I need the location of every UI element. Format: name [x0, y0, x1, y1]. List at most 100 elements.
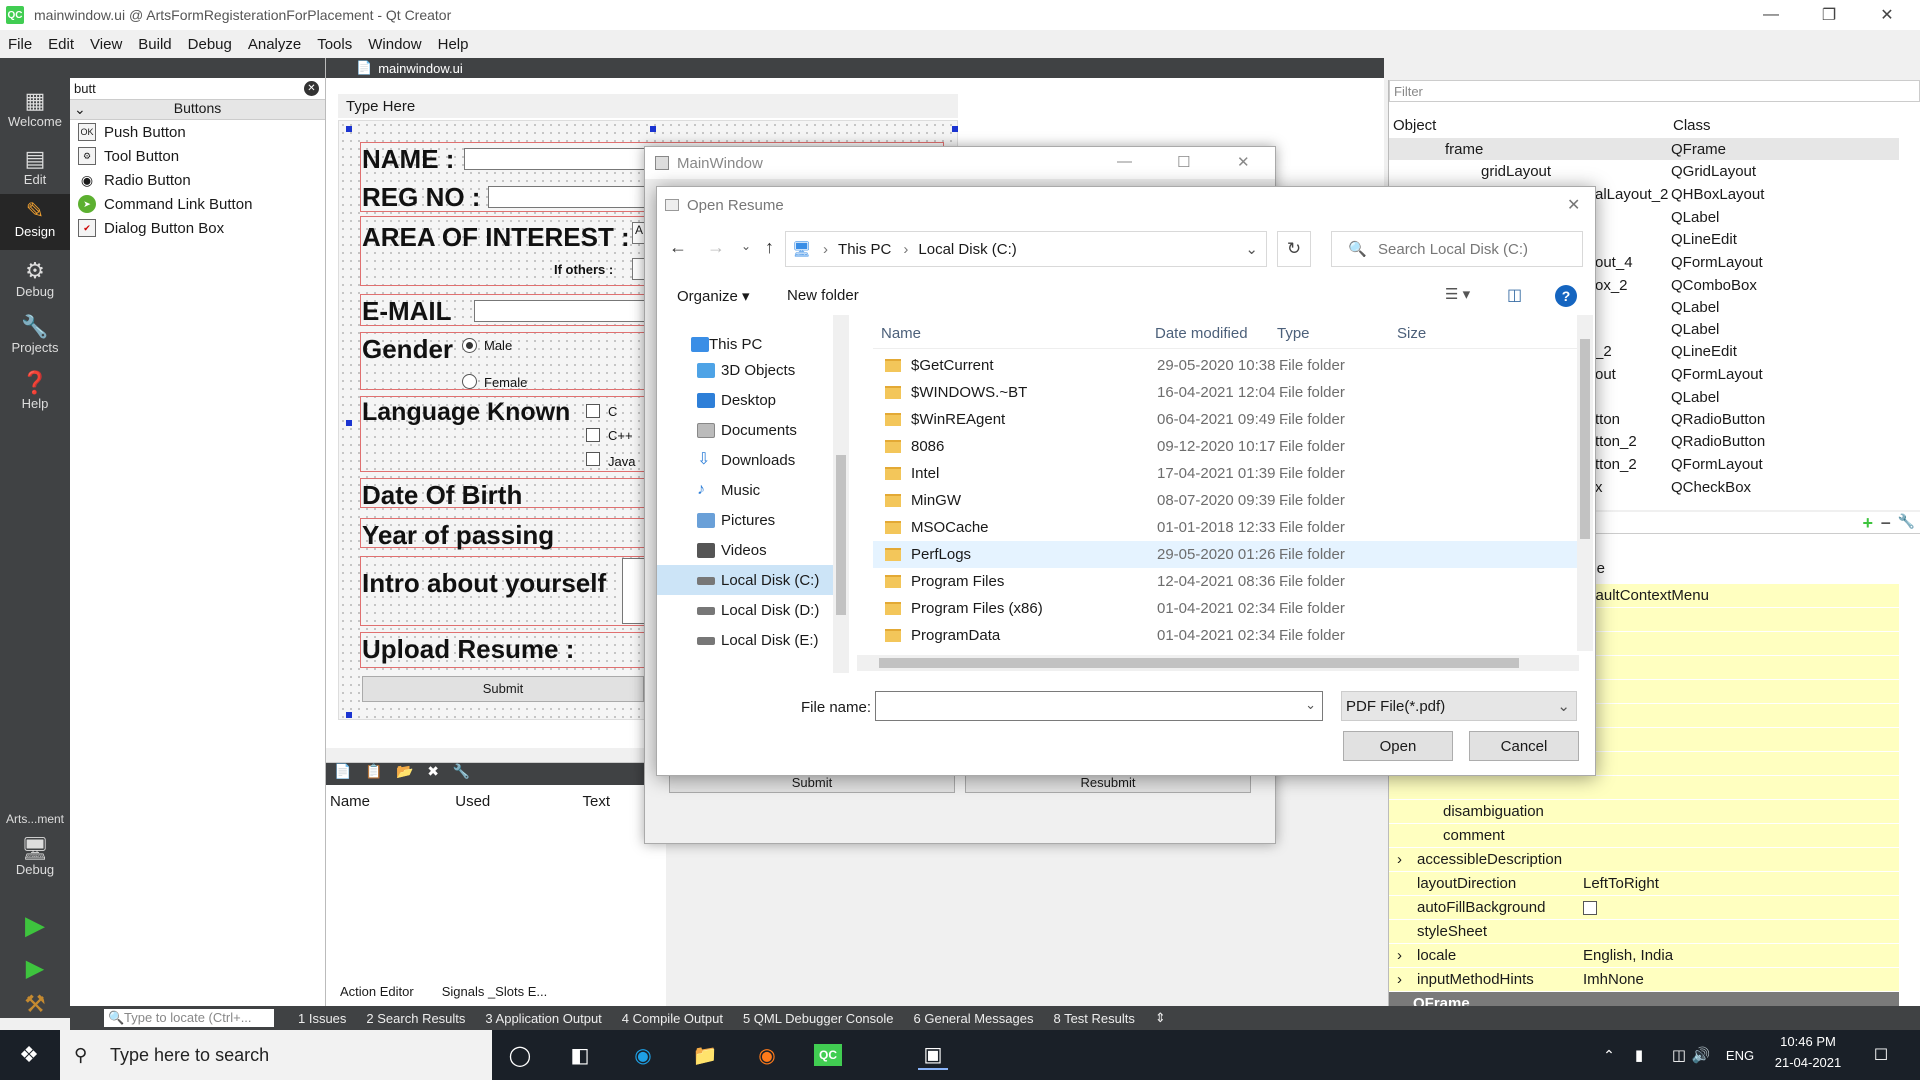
file-row[interactable]: MinGW 08-07-2020 09:39 ... File folder	[873, 487, 1581, 514]
column-size[interactable]: Size	[1397, 325, 1426, 342]
new-action-icon[interactable]: 📄	[334, 763, 351, 779]
back-arrow-icon[interactable]: ←	[669, 237, 687, 258]
file-list-hscrollbar[interactable]	[857, 655, 1579, 671]
male-radio[interactable]	[462, 338, 477, 353]
language-indicator[interactable]: ENG	[1720, 1040, 1760, 1070]
scrollbar-thumb[interactable]	[836, 455, 846, 615]
nav-3d-objects[interactable]: 3D Objects	[657, 355, 833, 385]
menu-debug[interactable]: Debug	[180, 36, 240, 53]
show-hidden-icons[interactable]: ⌃	[1594, 1040, 1624, 1070]
close-icon[interactable]: ✕	[1237, 153, 1250, 171]
volume-icon[interactable]: 🔊	[1686, 1040, 1716, 1070]
cpp-checkbox[interactable]	[586, 428, 600, 442]
cancel-button[interactable]: Cancel	[1469, 731, 1579, 761]
delete-action-icon[interactable]: ✖	[427, 763, 439, 779]
run-icon[interactable]: ▶	[0, 910, 70, 941]
minimize-icon[interactable]: —	[1117, 153, 1132, 170]
taskbar-search-input[interactable]: ⚲ Type here to search	[60, 1030, 492, 1080]
preview-pane-icon[interactable]: ◫	[1507, 285, 1522, 305]
menu-file[interactable]: File	[0, 36, 40, 53]
female-label[interactable]: Female	[484, 375, 527, 390]
widget-command-link-button[interactable]: ➤ Command Link Button	[70, 192, 325, 216]
name-label[interactable]: NAME :	[362, 144, 454, 175]
file-row[interactable]: ProgramData 01-04-2021 02:34 ... File fold…	[873, 622, 1581, 649]
preview-resubmit-button[interactable]: Resubmit	[965, 773, 1251, 793]
email-label[interactable]: E-MAIL	[362, 296, 452, 327]
nav-downloads[interactable]: ⇩ Downloads	[657, 445, 833, 475]
if-others-label[interactable]: If others :	[554, 262, 613, 277]
scrollbar-thumb[interactable]	[879, 658, 1519, 668]
selection-handle[interactable]	[346, 420, 352, 426]
mode-debug[interactable]: ⚙ Debug	[0, 258, 70, 299]
menu-help[interactable]: Help	[430, 36, 477, 53]
cortana-icon[interactable]: ◯	[505, 1040, 535, 1070]
dob-label[interactable]: Date Of Birth	[362, 480, 522, 511]
task-view-icon[interactable]: ◧	[565, 1040, 595, 1070]
tab-application-output[interactable]: 3 Application Output	[475, 1011, 611, 1026]
add-property-icon[interactable]: +	[1862, 513, 1873, 534]
tab-compile-output[interactable]: 4 Compile Output	[612, 1011, 733, 1026]
object-row[interactable]: frame QFrame	[1389, 138, 1899, 160]
widget-dialog-button-box[interactable]: ✔ Dialog Button Box	[70, 216, 325, 240]
intro-label[interactable]: Intro about yourself	[362, 568, 606, 599]
nav-pictures[interactable]: Pictures	[657, 505, 833, 535]
tab-general-messages[interactable]: 6 General Messages	[904, 1011, 1044, 1026]
mode-help[interactable]: ❓ Help	[0, 370, 70, 411]
build-hammer-icon[interactable]: ⚒	[0, 990, 70, 1019]
tabs-overflow-icon[interactable]: ⇕	[1145, 1010, 1176, 1026]
new-folder-button[interactable]: New folder	[787, 287, 859, 304]
tab-action-editor[interactable]: Action Editor	[326, 980, 428, 1004]
property-row-stylesheet[interactable]: styleSheet	[1389, 920, 1899, 944]
paste-action-icon[interactable]: 📂	[396, 763, 413, 779]
view-options-icon[interactable]: ☰ ▾	[1445, 285, 1470, 303]
close-button[interactable]: ✕	[1858, 0, 1916, 30]
clear-filter-icon[interactable]: ✕	[304, 81, 319, 96]
java-checkbox[interactable]	[586, 452, 600, 466]
preview-submit-button[interactable]: Submit	[669, 773, 955, 793]
property-row-input-method[interactable]: › inputMethodHints ImhNone	[1389, 968, 1899, 992]
form-menu-bar[interactable]: Type Here	[338, 94, 958, 118]
column-date-modified[interactable]: Date modified	[1155, 325, 1248, 342]
minimize-button[interactable]: —	[1742, 0, 1800, 30]
edge-icon[interactable]: ◉	[628, 1040, 658, 1070]
windows-start-icon[interactable]: ❖	[14, 1040, 44, 1070]
mode-design[interactable]: ✎ Design	[0, 194, 70, 250]
year-of-passing-label[interactable]: Year of passing	[362, 520, 554, 551]
nav-local-disk-d[interactable]: Local Disk (D:)	[657, 595, 833, 625]
mode-edit[interactable]: ▤ Edit	[0, 146, 70, 187]
organize-menu[interactable]: Organize ▾	[677, 287, 750, 305]
menu-tools[interactable]: Tools	[309, 36, 360, 53]
file-row[interactable]: $WinREAgent 06-04-2021 09:49 ... File fold…	[873, 406, 1581, 433]
editor-file-tab[interactable]: mainwindow.ui	[378, 61, 463, 76]
object-row[interactable]: gridLayout QGridLayout	[1389, 160, 1899, 182]
dialog-search-input[interactable]: 🔍 Search Local Disk (C:)	[1331, 231, 1583, 267]
mainwindow-taskbar-icon[interactable]: ▣	[918, 1040, 948, 1070]
scrollbar-thumb[interactable]	[1580, 339, 1590, 539]
form-submit-button[interactable]: Submit	[362, 676, 644, 702]
java-label[interactable]: Java	[608, 454, 635, 469]
firefox-icon[interactable]: ◉	[752, 1040, 782, 1070]
chevron-down-icon[interactable]: ⌄	[1305, 697, 1316, 713]
selection-handle[interactable]	[346, 712, 352, 718]
file-type-select[interactable]: PDF File(*.pdf) ⌄	[1341, 691, 1577, 721]
property-row-layout-direction[interactable]: layoutDirection LeftToRight	[1389, 872, 1899, 896]
widget-filter-input[interactable]: butt ✕	[70, 78, 325, 100]
tab-test-results[interactable]: 8 Test Results	[1043, 1011, 1144, 1026]
selection-handle[interactable]	[952, 126, 958, 132]
up-arrow-icon[interactable]: ↑	[765, 237, 774, 258]
file-row[interactable]: 8086 09-12-2020 10:17 ... File folder	[873, 433, 1581, 460]
menu-edit[interactable]: Edit	[40, 36, 82, 53]
tab-signals-slots[interactable]: Signals _Slots E...	[428, 980, 562, 1004]
name-input[interactable]	[464, 148, 664, 170]
copy-action-icon[interactable]: 📋	[365, 763, 382, 779]
gender-label[interactable]: Gender	[362, 334, 453, 365]
autofill-checkbox[interactable]	[1583, 900, 1597, 915]
locator-input[interactable]: 🔍 Type to locate (Ctrl+...	[104, 1009, 274, 1027]
c-label[interactable]: C	[608, 404, 617, 419]
help-icon[interactable]: ?	[1555, 285, 1577, 307]
column-type[interactable]: Type	[1277, 325, 1310, 342]
property-row-disambiguation[interactable]: disambiguation	[1389, 800, 1899, 824]
file-row[interactable]: PerfLogs 29-05-2020 01:26 ... File folder	[873, 541, 1581, 568]
female-radio[interactable]	[462, 374, 477, 389]
column-header[interactable]: Name	[330, 793, 455, 810]
